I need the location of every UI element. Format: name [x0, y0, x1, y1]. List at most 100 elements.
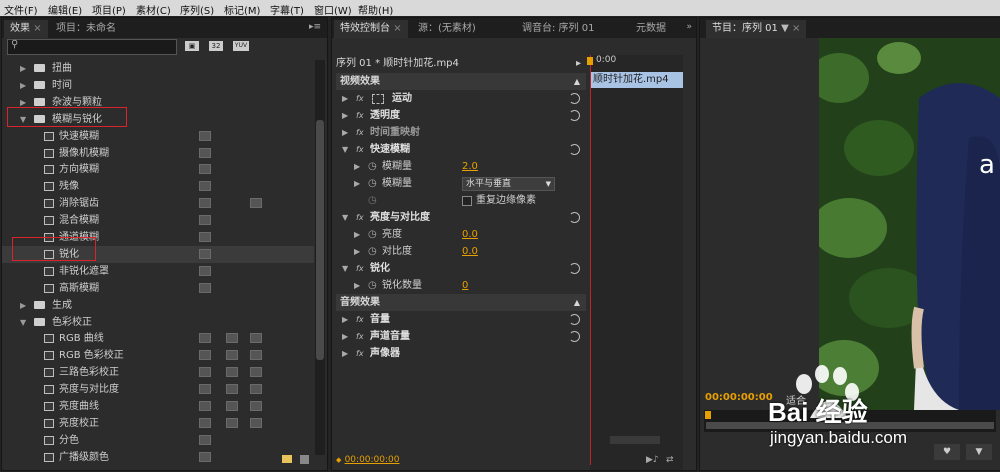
effects-item[interactable]: 三路色彩校正 — [2, 364, 314, 381]
fx-toggle-icon[interactable]: fx — [356, 345, 364, 362]
fx-toggle-icon[interactable]: fx — [356, 328, 364, 345]
param-value[interactable]: 0.0 — [462, 226, 478, 243]
new-bin-icon[interactable] — [282, 455, 292, 463]
effects-folder[interactable]: ▶ 时间 — [2, 77, 314, 94]
effects-item[interactable]: 高斯模糊 — [2, 280, 314, 297]
collapse-up-icon[interactable]: ▲ — [574, 73, 580, 90]
menu-title[interactable]: 字幕(T) — [270, 2, 304, 17]
loop-icon[interactable]: ⇄ — [666, 455, 674, 465]
param-row[interactable]: ▶ ◷ 锐化数量 0 — [336, 277, 586, 294]
32bit-effects-icon[interactable]: 32 — [209, 41, 223, 51]
audio-effect-row[interactable]: ▶ fx 声道音量 — [336, 328, 586, 345]
expand-right-icon[interactable]: ▶ — [354, 243, 360, 260]
fx-toggle-icon[interactable]: fx — [356, 260, 364, 277]
menu-clip[interactable]: 素材(C) — [136, 2, 171, 17]
expand-right-icon[interactable]: ▶ — [354, 277, 360, 294]
param-value[interactable]: 2.0 — [462, 158, 478, 175]
param-row[interactable]: ▶ ◷ 模糊量 2.0 — [336, 158, 586, 175]
delete-icon[interactable] — [300, 455, 309, 464]
effect-timeline[interactable]: 0:00 顺时针加花.mp4 — [587, 55, 683, 470]
effect-row[interactable]: ▼ fx 亮度与对比度 — [336, 209, 586, 226]
param-row[interactable]: ▶ ◷ 对比度 0.0 — [336, 243, 586, 260]
effects-item[interactable]: 分色 — [2, 432, 314, 449]
blur-dimensions-select[interactable]: 水平与垂直 ▼ — [462, 177, 555, 191]
expand-right-icon[interactable]: ▶ — [342, 311, 348, 328]
effects-item[interactable]: 快速模糊 — [2, 128, 314, 145]
expand-right-icon[interactable]: ▶ — [342, 90, 348, 107]
program-playhead-icon[interactable] — [705, 411, 711, 419]
reset-icon[interactable] — [569, 314, 580, 325]
expand-right-icon[interactable]: ▶ — [342, 107, 348, 124]
tab-program[interactable]: 节目：序列 01 ▼ × — [706, 20, 807, 38]
play-audio-icon[interactable]: ▶♪ — [646, 455, 659, 465]
expand-down-icon[interactable]: ▼ — [342, 260, 348, 277]
effects-item[interactable]: 消除锯齿 — [2, 195, 314, 212]
reset-icon[interactable] — [569, 212, 580, 223]
fx-toggle-icon[interactable]: fx — [356, 107, 364, 124]
effect-controls-timecode[interactable]: ◆ 00:00:00:00 — [336, 454, 416, 466]
tab-metadata[interactable]: 元数据 — [630, 20, 672, 38]
effects-item[interactable]: 混合模糊 — [2, 212, 314, 229]
reset-icon[interactable] — [569, 263, 580, 274]
effects-folder[interactable]: ▶ 生成 — [2, 297, 314, 314]
reset-icon[interactable] — [569, 93, 580, 104]
expand-right-icon[interactable]: ▶ — [354, 158, 360, 175]
reset-icon[interactable] — [569, 331, 580, 342]
param-value[interactable]: 0.0 — [462, 243, 478, 260]
motion-transform-icon[interactable] — [372, 94, 384, 104]
audio-effect-row[interactable]: ▶ fx 音量 — [336, 311, 586, 328]
stopwatch-icon[interactable]: ◷ — [368, 226, 377, 243]
clip-bar[interactable]: 顺时针加花.mp4 — [590, 72, 683, 88]
expand-right-icon[interactable]: ▶ — [342, 124, 348, 141]
effects-folder[interactable]: ▶ 扭曲 — [2, 60, 314, 77]
play-arrow-icon[interactable]: ▸ — [576, 55, 581, 73]
stopwatch-icon[interactable]: ◷ — [368, 277, 377, 294]
effects-search-input[interactable]: ⚲ — [7, 39, 177, 55]
menu-edit[interactable]: 编辑(E) — [48, 2, 82, 17]
checkbox-row[interactable]: ◷ 重复边缘像素 — [336, 192, 586, 209]
expand-down-icon[interactable]: ▼ — [342, 209, 348, 226]
fx-toggle-icon[interactable]: fx — [356, 124, 364, 141]
effects-folder[interactable]: ▼ 色彩校正 — [2, 314, 314, 331]
expand-right-icon[interactable]: ▶ — [20, 60, 26, 77]
expand-right-icon[interactable]: ▶ — [20, 297, 26, 314]
accelerated-effects-icon[interactable]: ▣ — [185, 41, 199, 51]
stopwatch-icon[interactable]: ◷ — [368, 158, 377, 175]
effect-row[interactable]: ▶ fx 时间重映射 — [336, 124, 586, 141]
tab-project[interactable]: 项目：未命名 — [50, 20, 122, 38]
expand-right-icon[interactable]: ▶ — [342, 345, 348, 362]
effects-item[interactable]: RGB 曲线 — [2, 330, 314, 347]
stopwatch-icon[interactable]: ◷ — [368, 243, 377, 260]
panel-overflow-icon[interactable]: » — [686, 22, 692, 32]
reset-icon[interactable] — [569, 110, 580, 121]
effects-item[interactable]: 残像 — [2, 178, 314, 195]
timeline-zoom-scrollbar[interactable] — [610, 436, 660, 444]
effects-item[interactable]: RGB 色彩校正 — [2, 347, 314, 364]
menu-marker[interactable]: 标记(M) — [224, 2, 260, 17]
param-row[interactable]: ▶ ◷ 模糊量 水平与垂直 ▼ — [336, 175, 586, 192]
param-row[interactable]: ▶ ◷ 亮度 0.0 — [336, 226, 586, 243]
tab-audio-mixer[interactable]: 调音台: 序列 01 — [516, 20, 600, 38]
tab-effects[interactable]: 效果 × — [4, 20, 48, 38]
collapse-up-icon[interactable]: ▲ — [574, 294, 580, 311]
fx-toggle-icon[interactable]: fx — [356, 209, 364, 226]
fx-toggle-icon[interactable]: fx — [356, 311, 364, 328]
effects-item[interactable]: 亮度曲线 — [2, 398, 314, 415]
repeat-edge-checkbox[interactable] — [462, 196, 472, 206]
expand-right-icon[interactable]: ▶ — [354, 175, 360, 192]
expand-down-icon[interactable]: ▼ — [342, 141, 348, 158]
expand-right-icon[interactable]: ▶ — [342, 328, 348, 345]
effect-row[interactable]: ▼ fx 锐化 — [336, 260, 586, 277]
playhead-line[interactable] — [590, 55, 591, 465]
effects-item[interactable]: 亮度与对比度 — [2, 381, 314, 398]
menu-sequence[interactable]: 序列(S) — [180, 2, 214, 17]
menu-project[interactable]: 项目(P) — [92, 2, 126, 17]
playhead-handle-icon[interactable] — [587, 57, 593, 65]
expand-right-icon[interactable]: ▶ — [20, 77, 26, 94]
effect-row[interactable]: ▶ fx 运动 — [336, 90, 586, 107]
effects-item[interactable]: 广播级颜色 — [2, 449, 314, 466]
fx-toggle-icon[interactable]: fx — [356, 141, 364, 158]
fx-toggle-icon[interactable]: fx — [356, 90, 364, 107]
effects-item[interactable]: 亮度校正 — [2, 415, 314, 432]
yuv-effects-icon[interactable]: YUV — [233, 41, 249, 51]
